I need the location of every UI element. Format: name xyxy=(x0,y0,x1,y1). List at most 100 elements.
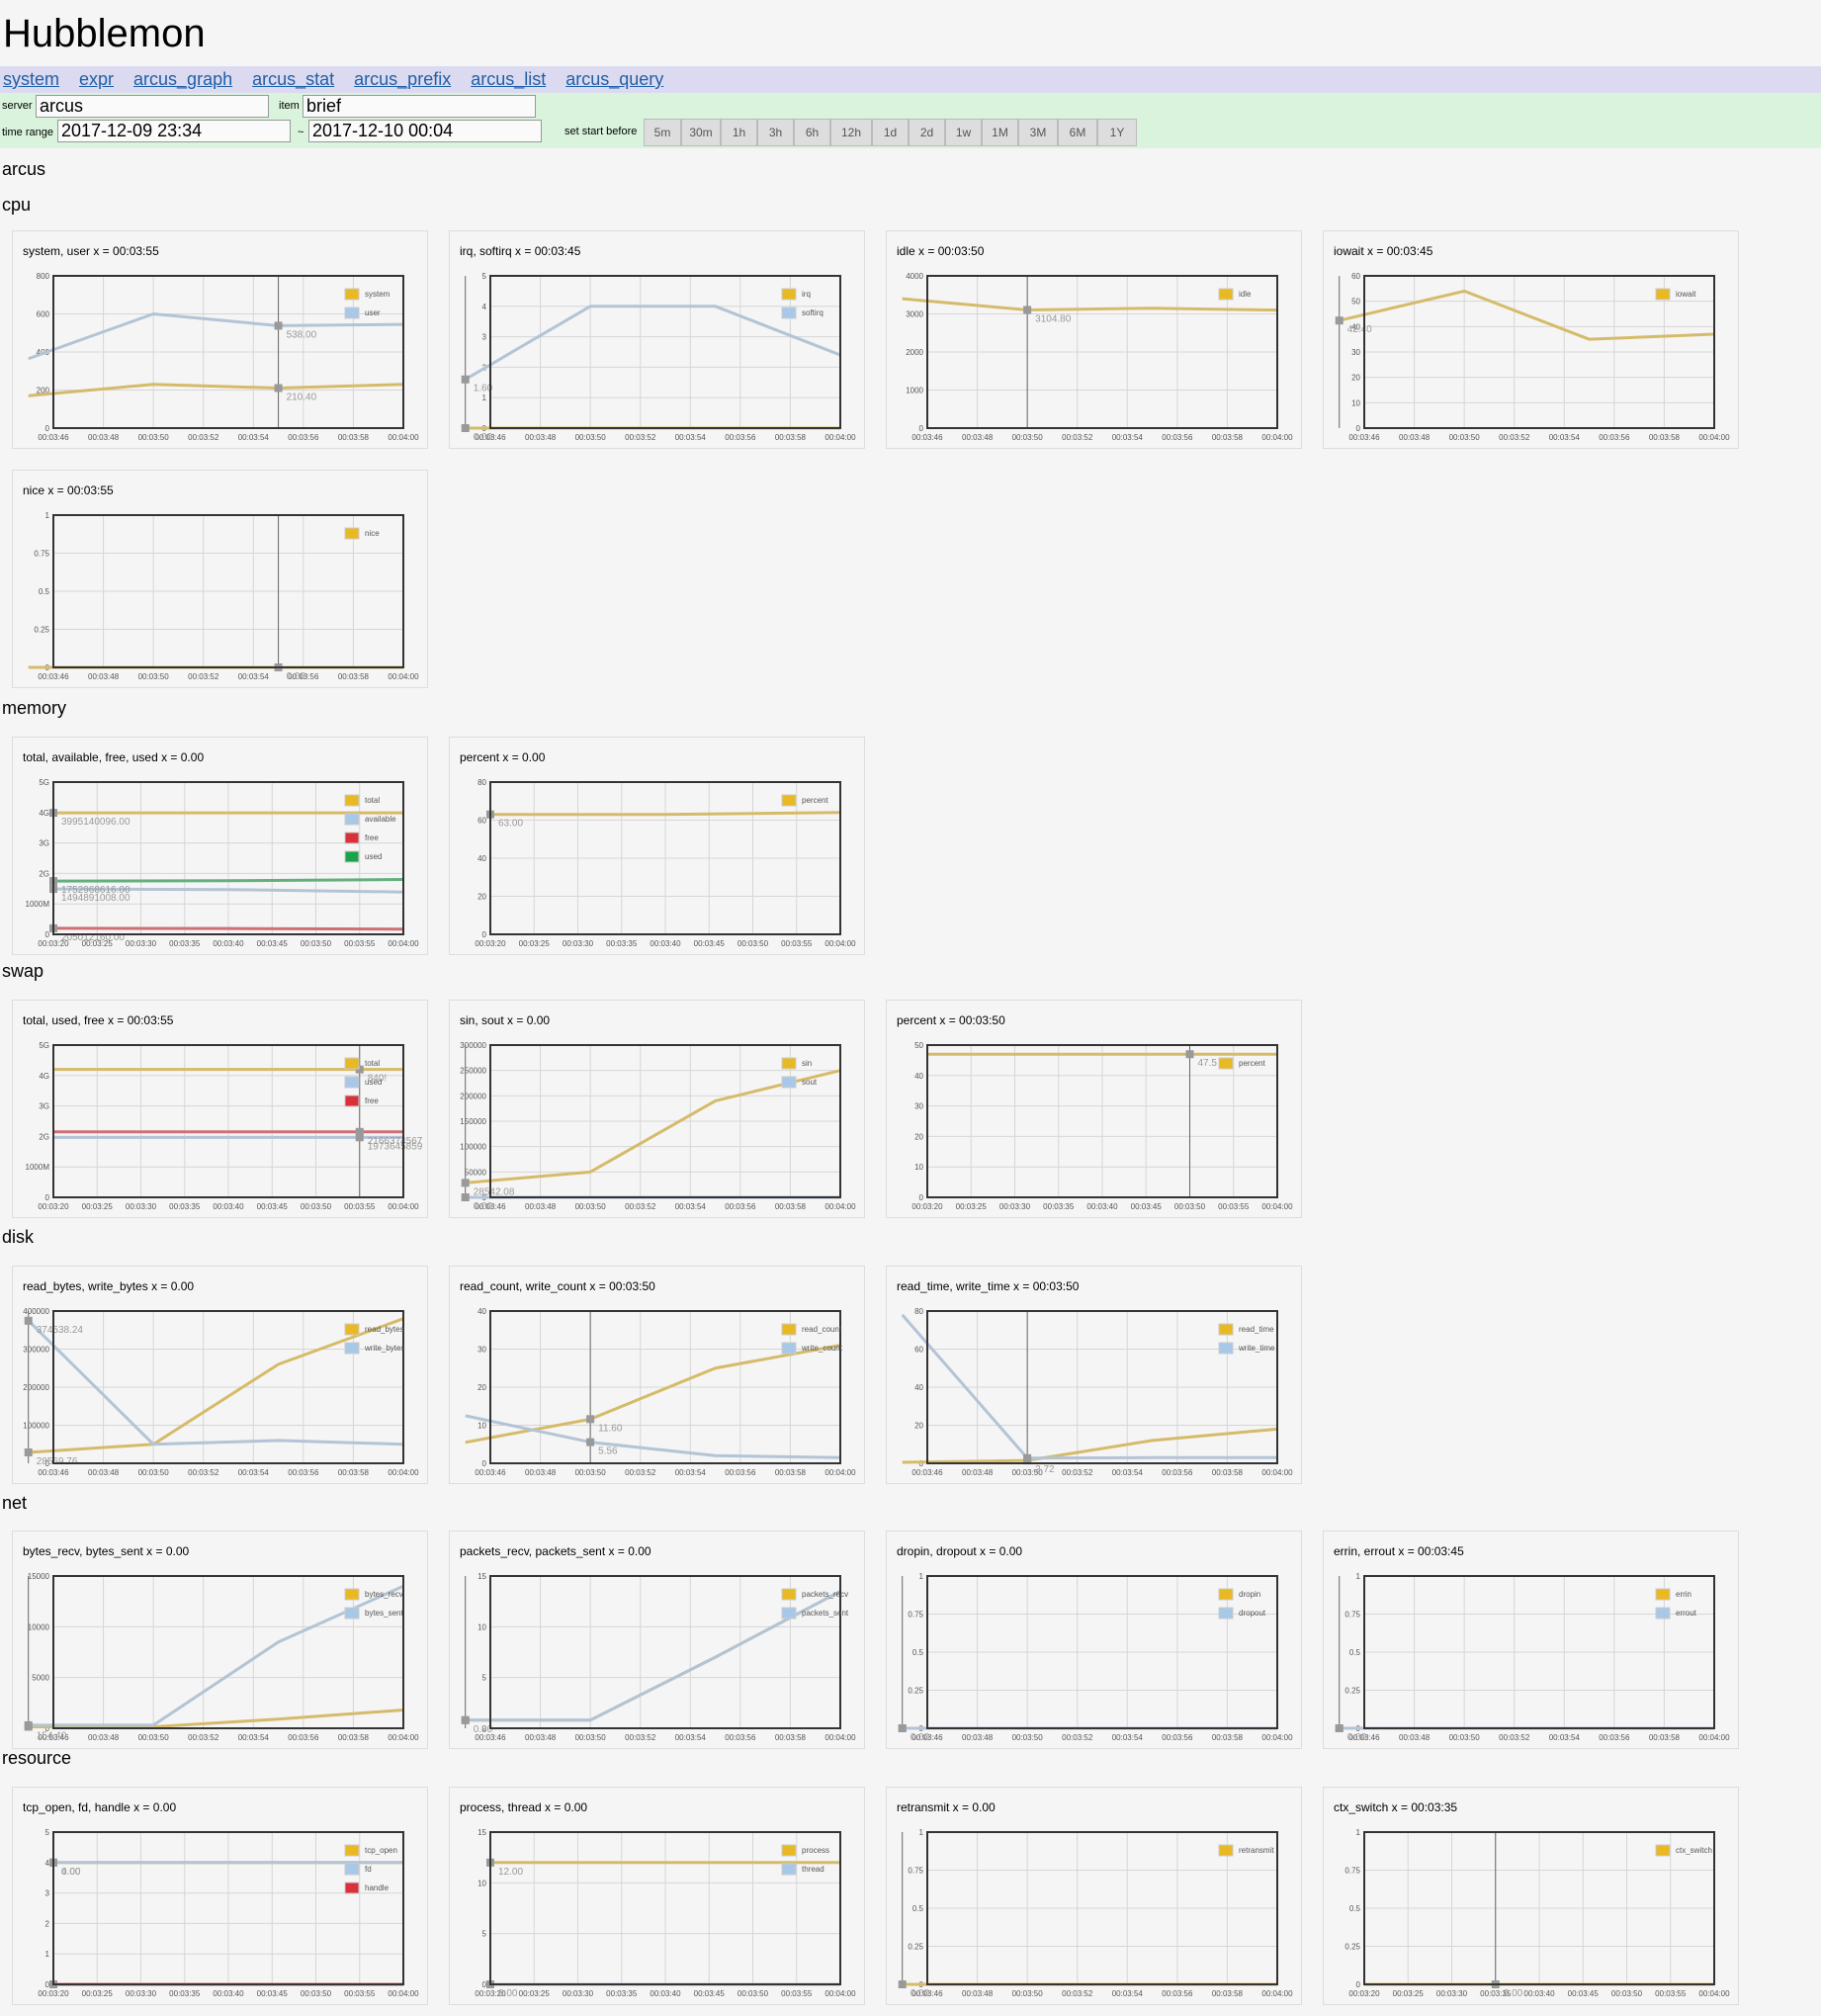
x-tick-label: 00:03:50 xyxy=(301,1202,332,1211)
nav-link-arcus-stat[interactable]: arcus_stat xyxy=(252,69,334,89)
x-tick-label: 00:03:54 xyxy=(1112,1989,1144,1998)
y-tick-label: 0.75 xyxy=(908,1867,923,1876)
cursor-marker-user xyxy=(274,321,283,330)
y-tick-label: 60 xyxy=(477,817,486,826)
range-button-6M[interactable]: 6M xyxy=(1058,119,1097,146)
time-from-input[interactable] xyxy=(57,120,291,142)
y-tick-label: 400000 xyxy=(23,1307,49,1316)
x-tick-label: 00:03:56 xyxy=(725,1733,756,1742)
chart-panel: 00:03:20 00:03:25 00:03:30 00:03:35 00:03:40… xyxy=(886,1000,1302,1218)
range-button-3M[interactable]: 3M xyxy=(1018,119,1058,146)
x-tick-label: 00:03:58 xyxy=(338,1468,370,1477)
chart-panel: 00:03:46 00:03:48 00:03:50 00:03:52 00:03:54… xyxy=(886,1266,1302,1484)
range-button-1M[interactable]: 1M xyxy=(982,119,1018,146)
x-tick-label: 00:03:56 xyxy=(1599,433,1630,442)
y-tick-label: 10 xyxy=(1351,398,1360,407)
cursor-value-label: 538.00 xyxy=(287,329,317,340)
x-tick-label: 00:03:40 xyxy=(213,939,244,948)
x-tick-label: 00:03:56 xyxy=(1162,433,1193,442)
x-tick-label: 00:03:48 xyxy=(88,1733,120,1742)
y-tick-label: 1 xyxy=(919,1572,924,1581)
cursor-marker-write_count xyxy=(586,1438,595,1446)
x-tick-label: 00:03:25 xyxy=(82,1989,114,1998)
section-title-resource: resource xyxy=(2,1748,72,1768)
chart-svg: 00:03:20 00:03:25 00:03:30 00:03:35 00:03:40… xyxy=(475,778,856,948)
y-tick-label: 0.75 xyxy=(1344,1867,1360,1876)
range-button-1w[interactable]: 1w xyxy=(945,119,982,146)
nav-link-arcus-graph[interactable]: arcus_graph xyxy=(133,69,232,89)
x-tick-label: 00:03:48 xyxy=(962,433,994,442)
x-tick-label: 00:03:56 xyxy=(725,1202,756,1211)
range-button-6h[interactable]: 6h xyxy=(794,119,830,146)
time-to-input[interactable] xyxy=(308,120,542,142)
y-tick-label: 0.5 xyxy=(39,587,50,596)
cursor-value-label: 11.60 xyxy=(598,1423,623,1434)
x-tick-label: 00:03:30 xyxy=(999,1202,1031,1211)
y-tick-label: 0 xyxy=(482,1980,487,1989)
series-line-used xyxy=(52,878,404,883)
cursor-marker-read_count xyxy=(586,1415,595,1424)
cursor-value-label: 374538.24 xyxy=(37,1325,84,1336)
x-tick-label: 00:03:50 xyxy=(575,1202,607,1211)
chart-panel: 00:03:20 00:03:25 00:03:30 00:03:35 00:03:40… xyxy=(12,1787,428,2005)
server-input[interactable] xyxy=(36,95,269,118)
cursor-value-label: 2166374567 xyxy=(368,1136,423,1147)
legend-swatch-system xyxy=(344,288,360,301)
legend-swatch-percent xyxy=(1218,1057,1234,1070)
chart-svg: 00:03:46 00:03:48 00:03:50 00:03:52 00:03:54… xyxy=(23,1307,419,1477)
x-tick-label: 00:03:55 xyxy=(344,939,376,948)
legend-label-read_time: read_time xyxy=(1239,1325,1274,1334)
y-tick-label: 3 xyxy=(45,1889,50,1898)
x-tick-label: 00:03:35 xyxy=(1043,1202,1075,1211)
nav-link-arcus-query[interactable]: arcus_query xyxy=(565,69,663,89)
legend-label-read_count: read_count xyxy=(802,1325,842,1334)
legend-label-total: total xyxy=(365,796,380,805)
y-tick-label: 3 xyxy=(482,333,487,342)
range-button-1Y[interactable]: 1Y xyxy=(1097,119,1137,146)
range-button-30m[interactable]: 30m xyxy=(681,119,721,146)
x-tick-label: 00:04:00 xyxy=(824,1989,856,1998)
range-button-2d[interactable]: 2d xyxy=(909,119,945,146)
x-tick-label: 00:03:58 xyxy=(338,672,370,681)
x-tick-label: 00:03:50 xyxy=(138,433,170,442)
legend-label-available: available xyxy=(365,815,396,824)
item-input[interactable] xyxy=(303,95,536,118)
cursor-marker-sout xyxy=(461,1193,470,1201)
x-tick-label: 00:03:52 xyxy=(188,433,219,442)
x-tick-label: 00:04:00 xyxy=(1698,1989,1730,1998)
x-tick-label: 00:03:30 xyxy=(1436,1989,1468,1998)
y-tick-label: 15 xyxy=(477,1572,486,1581)
legend-swatch-process xyxy=(781,1844,797,1857)
nav-link-system[interactable]: system xyxy=(3,69,59,89)
legend-swatch-free xyxy=(344,832,360,844)
legend-label-nice: nice xyxy=(365,529,380,538)
x-tick-label: 00:03:58 xyxy=(775,433,807,442)
legend-swatch-errout xyxy=(1655,1607,1671,1620)
cursor-value-label: 42.40 xyxy=(1347,324,1372,335)
x-tick-label: 00:03:46 xyxy=(1348,433,1380,442)
x-tick-label: 00:03:46 xyxy=(38,672,69,681)
range-button-1h[interactable]: 1h xyxy=(721,119,757,146)
chart-svg: 00:03:46 00:03:48 00:03:50 00:03:52 00:03:54… xyxy=(460,1041,856,1212)
y-tick-label: 10 xyxy=(477,1879,486,1887)
range-button-5m[interactable]: 5m xyxy=(644,119,681,146)
nav-link-arcus-list[interactable]: arcus_list xyxy=(471,69,546,89)
range-button-3h[interactable]: 3h xyxy=(757,119,794,146)
nav-link-expr[interactable]: expr xyxy=(79,69,114,89)
range-button-12h[interactable]: 12h xyxy=(830,119,872,146)
y-tick-label: 4 xyxy=(45,1859,50,1868)
x-tick-label: 00:03:58 xyxy=(338,433,370,442)
chart-svg: 00:03:46 00:03:48 00:03:50 00:03:52 00:03:54… xyxy=(898,1828,1293,1999)
cursor-marker-percent xyxy=(1185,1050,1194,1059)
y-tick-label: 1000M xyxy=(26,1163,50,1172)
chart-panel: 00:03:46 00:03:48 00:03:50 00:03:52 00:03:54… xyxy=(449,1531,865,1749)
range-button-1d[interactable]: 1d xyxy=(872,119,909,146)
nav-link-arcus-prefix[interactable]: arcus_prefix xyxy=(354,69,451,89)
x-tick-label: 00:03:50 xyxy=(1449,1733,1481,1742)
legend-swatch-read_bytes xyxy=(344,1323,360,1336)
chart-panel: 00:03:46 00:03:48 00:03:50 00:03:52 00:03:54… xyxy=(886,1787,1302,2005)
chart-panel: 00:03:20 00:03:25 00:03:30 00:03:35 00:03:40… xyxy=(449,737,865,955)
x-tick-label: 00:03:20 xyxy=(475,939,506,948)
x-tick-label: 00:03:58 xyxy=(1649,433,1681,442)
x-tick-label: 00:03:20 xyxy=(1348,1989,1380,1998)
